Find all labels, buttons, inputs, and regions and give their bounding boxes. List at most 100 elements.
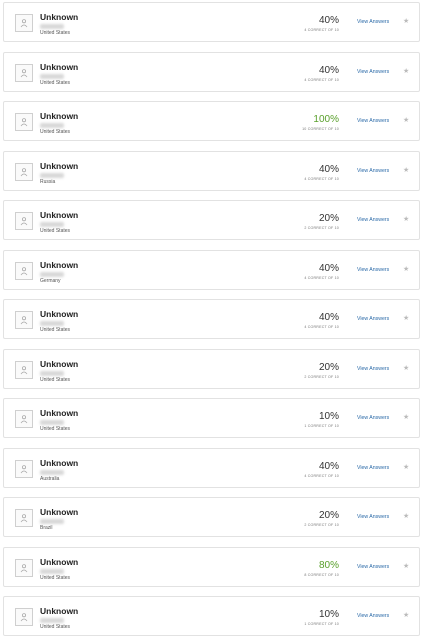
user-country: United States — [40, 624, 71, 630]
redacted-username — [40, 569, 64, 574]
user-name: Unknown — [40, 260, 79, 270]
redacted-username — [40, 222, 64, 227]
avatar — [15, 460, 33, 478]
user-name: Unknown — [40, 210, 79, 220]
user-country: United States — [40, 228, 71, 234]
user-name: Unknown — [40, 458, 79, 468]
redacted-username — [40, 74, 64, 79]
user-name: Unknown — [40, 359, 79, 369]
redacted-username — [40, 420, 64, 425]
redacted-username — [40, 321, 64, 326]
avatar — [15, 311, 33, 329]
correct-count: 8 CORRECT OF 10 — [304, 573, 339, 577]
correct-count: 4 CORRECT OF 10 — [304, 28, 339, 32]
avatar — [15, 163, 33, 181]
user-country: United States — [40, 327, 71, 333]
correct-count: 1 CORRECT OF 10 — [304, 622, 339, 626]
score-percent: 100% — [313, 114, 339, 125]
result-card: Unknown United States 80% 8 CORRECT OF 1… — [3, 547, 420, 587]
user-country: United States — [40, 426, 71, 432]
star-icon[interactable]: ★ — [403, 216, 409, 224]
avatar — [15, 410, 33, 428]
star-icon[interactable]: ★ — [403, 18, 409, 26]
score-percent: 40% — [318, 164, 339, 175]
correct-count: 4 CORRECT OF 10 — [304, 78, 339, 82]
view-answers-link[interactable]: View Answers — [357, 168, 389, 175]
correct-count: 4 CORRECT OF 10 — [304, 276, 339, 280]
user-country: United States — [40, 129, 71, 135]
star-icon[interactable]: ★ — [403, 68, 409, 76]
view-answers-link[interactable]: View Answers — [357, 69, 389, 76]
star-icon[interactable]: ★ — [403, 612, 409, 620]
correct-count: 1 CORRECT OF 10 — [304, 424, 339, 428]
result-card: Unknown Germany 40% 4 CORRECT OF 10 View… — [3, 250, 420, 290]
view-answers-link[interactable]: View Answers — [357, 267, 389, 274]
star-icon[interactable]: ★ — [403, 266, 409, 274]
result-card: Unknown United States 20% 2 CORRECT OF 1… — [3, 200, 420, 240]
score-percent: 10% — [318, 411, 339, 422]
star-icon[interactable]: ★ — [403, 167, 409, 175]
user-name: Unknown — [40, 62, 79, 72]
avatar — [15, 559, 33, 577]
star-icon[interactable]: ★ — [403, 563, 409, 571]
result-card: Unknown United States 40% 4 CORRECT OF 1… — [3, 299, 420, 339]
user-name: Unknown — [40, 507, 79, 517]
star-icon[interactable]: ★ — [403, 315, 409, 323]
user-country: United States — [40, 30, 71, 36]
user-name: Unknown — [40, 111, 79, 121]
user-country: United States — [40, 377, 71, 383]
user-name: Unknown — [40, 309, 79, 319]
result-card: Unknown Brazil 20% 2 CORRECT OF 10 View … — [3, 497, 420, 537]
score-percent: 40% — [318, 312, 339, 323]
star-icon[interactable]: ★ — [403, 414, 409, 422]
star-icon[interactable]: ★ — [403, 117, 409, 125]
view-answers-link[interactable]: View Answers — [357, 514, 389, 521]
view-answers-link[interactable]: View Answers — [357, 217, 389, 224]
result-card: Unknown United States 10% 1 CORRECT OF 1… — [3, 596, 420, 636]
view-answers-link[interactable]: View Answers — [357, 465, 389, 472]
view-answers-link[interactable]: View Answers — [357, 564, 389, 571]
score-percent: 40% — [318, 65, 339, 76]
result-card: Unknown United States 20% 2 CORRECT OF 1… — [3, 349, 420, 389]
star-icon[interactable]: ★ — [403, 365, 409, 373]
correct-count: 4 CORRECT OF 10 — [304, 177, 339, 181]
avatar — [15, 64, 33, 82]
correct-count: 2 CORRECT OF 10 — [304, 375, 339, 379]
star-icon[interactable]: ★ — [403, 513, 409, 521]
result-card: Unknown United States 40% 4 CORRECT OF 1… — [3, 2, 420, 42]
view-answers-link[interactable]: View Answers — [357, 366, 389, 373]
redacted-username — [40, 173, 64, 178]
redacted-username — [40, 24, 64, 29]
score-percent: 20% — [318, 213, 339, 224]
score-percent: 10% — [318, 609, 339, 620]
result-card: Unknown United States 10% 1 CORRECT OF 1… — [3, 398, 420, 438]
view-answers-link[interactable]: View Answers — [357, 118, 389, 125]
avatar — [15, 262, 33, 280]
redacted-username — [40, 470, 64, 475]
avatar — [15, 509, 33, 527]
correct-count: 10 CORRECT OF 10 — [302, 127, 339, 131]
avatar — [15, 608, 33, 626]
user-country: Brazil — [40, 525, 53, 531]
star-icon[interactable]: ★ — [403, 464, 409, 472]
user-name: Unknown — [40, 606, 79, 616]
view-answers-link[interactable]: View Answers — [357, 613, 389, 620]
score-percent: 80% — [318, 560, 339, 571]
user-country: Germany — [40, 278, 61, 284]
user-name: Unknown — [40, 12, 79, 22]
correct-count: 4 CORRECT OF 10 — [304, 474, 339, 478]
view-answers-link[interactable]: View Answers — [357, 316, 389, 323]
result-card: Unknown Australia 40% 4 CORRECT OF 10 Vi… — [3, 448, 420, 488]
view-answers-link[interactable]: View Answers — [357, 415, 389, 422]
view-answers-link[interactable]: View Answers — [357, 19, 389, 26]
avatar — [15, 361, 33, 379]
result-card: Unknown United States 100% 10 CORRECT OF… — [3, 101, 420, 141]
redacted-username — [40, 618, 64, 623]
redacted-username — [40, 272, 64, 277]
user-name: Unknown — [40, 161, 79, 171]
user-name: Unknown — [40, 408, 79, 418]
correct-count: 2 CORRECT OF 10 — [304, 226, 339, 230]
user-country: Australia — [40, 476, 60, 482]
score-percent: 20% — [318, 510, 339, 521]
user-country: United States — [40, 80, 71, 86]
